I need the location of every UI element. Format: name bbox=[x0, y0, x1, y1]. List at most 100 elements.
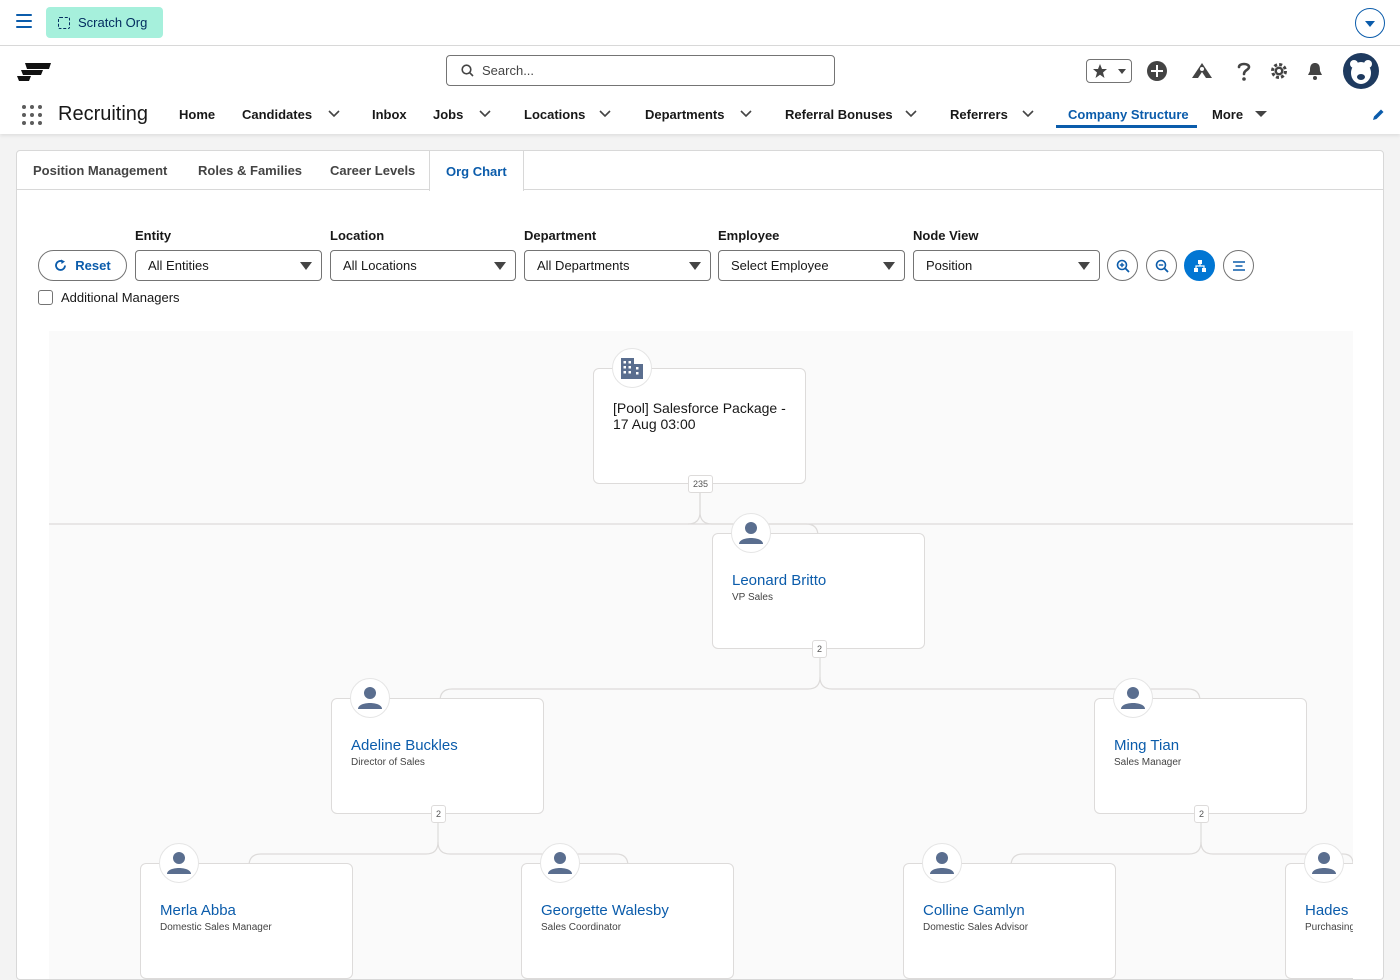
global-header: Search... Recruiting Home Candidates Inb… bbox=[0, 46, 1400, 134]
org-node-title: Domestic Sales Advisor bbox=[923, 922, 1029, 933]
location-select[interactable]: All Locations bbox=[330, 250, 516, 281]
referral-bonuses-chevron-down-icon[interactable] bbox=[904, 107, 918, 121]
person-icon bbox=[548, 852, 572, 874]
scratch-org-badge[interactable]: Scratch Org bbox=[46, 7, 163, 38]
org-node-root-count[interactable]: 235 bbox=[688, 475, 713, 493]
help-button[interactable] bbox=[1233, 56, 1255, 86]
user-avatar[interactable] bbox=[1343, 53, 1379, 89]
help-question-icon bbox=[1237, 62, 1251, 81]
departments-chevron-down-icon[interactable] bbox=[739, 107, 753, 121]
edit-nav-pencil-icon[interactable] bbox=[1371, 108, 1385, 122]
locations-chevron-down-icon[interactable] bbox=[598, 107, 612, 121]
nav-item-inbox[interactable]: Inbox bbox=[372, 107, 407, 122]
tab-career-levels[interactable]: Career Levels bbox=[330, 151, 415, 190]
nav-item-locations[interactable]: Locations bbox=[524, 107, 585, 122]
org-node-ming-tian[interactable]: Ming Tian Sales Manager 2 bbox=[1094, 678, 1307, 823]
org-node-merla-abba[interactable]: Merla Abba Domestic Sales Manager bbox=[140, 843, 353, 979]
org-node-count[interactable]: 2 bbox=[431, 805, 446, 823]
referrers-chevron-down-icon[interactable] bbox=[1021, 107, 1035, 121]
zoom-out-icon bbox=[1155, 259, 1169, 273]
dropdown-chevron-button[interactable] bbox=[1355, 8, 1385, 38]
more-caret-down-icon[interactable] bbox=[1254, 107, 1268, 121]
org-node-name[interactable]: Georgette Walesby bbox=[541, 902, 669, 919]
org-node-name[interactable]: Adeline Buckles bbox=[351, 737, 458, 754]
org-node-hades[interactable]: Hades Purchasing bbox=[1285, 843, 1353, 979]
bell-icon bbox=[1308, 63, 1322, 80]
department-select[interactable]: All Departments bbox=[524, 250, 711, 281]
org-node-root[interactable]: [Pool] Salesforce Package - 17 Aug 03:00… bbox=[593, 348, 806, 493]
building-icon bbox=[621, 358, 643, 379]
jobs-chevron-down-icon[interactable] bbox=[478, 107, 492, 121]
nav-item-company-structure[interactable]: Company Structure bbox=[1068, 107, 1189, 122]
org-node-title: Purchasing bbox=[1305, 922, 1353, 933]
align-center-icon bbox=[1232, 260, 1245, 271]
zoom-in-button[interactable] bbox=[1107, 250, 1138, 281]
org-node-name[interactable]: Hades bbox=[1305, 902, 1348, 919]
person-icon-wrapper bbox=[350, 678, 390, 718]
nav-item-more[interactable]: More bbox=[1212, 107, 1243, 122]
tab-position-management[interactable]: Position Management bbox=[33, 151, 167, 190]
trailhead-button[interactable] bbox=[1190, 56, 1214, 86]
org-node-leonard-britto[interactable]: Leonard Britto VP Sales 2 bbox=[712, 513, 925, 658]
building-icon-wrapper bbox=[612, 348, 652, 388]
additional-managers-label: Additional Managers bbox=[61, 290, 180, 305]
org-node-adeline-buckles[interactable]: Adeline Buckles Director of Sales 2 bbox=[331, 678, 544, 823]
org-node-name[interactable]: Leonard Britto bbox=[732, 572, 826, 589]
person-icon bbox=[167, 852, 191, 874]
entity-select[interactable]: All Entities bbox=[135, 250, 322, 281]
dashed-square-icon bbox=[58, 16, 70, 29]
org-node-title: Sales Manager bbox=[1114, 757, 1182, 768]
reset-label: Reset bbox=[75, 258, 111, 273]
org-node-count[interactable]: 2 bbox=[812, 640, 827, 658]
org-chart-canvas[interactable]: [Pool] Salesforce Package - 17 Aug 03:00… bbox=[49, 331, 1353, 979]
nav-item-departments[interactable]: Departments bbox=[645, 107, 724, 122]
tab-roles-families[interactable]: Roles & Families bbox=[198, 151, 302, 190]
align-center-button[interactable] bbox=[1223, 250, 1254, 281]
org-node-name[interactable]: Merla Abba bbox=[160, 902, 236, 919]
org-node-name[interactable]: Colline Gamlyn bbox=[923, 902, 1025, 919]
nav-item-candidates[interactable]: Candidates bbox=[242, 107, 312, 122]
org-node-title: Domestic Sales Manager bbox=[160, 922, 272, 933]
hierarchy-view-button[interactable] bbox=[1184, 250, 1215, 281]
org-node-title: Director of Sales bbox=[351, 757, 425, 768]
global-search-input[interactable]: Search... bbox=[446, 55, 835, 86]
tab-org-chart[interactable]: Org Chart bbox=[429, 151, 524, 191]
zoom-in-icon bbox=[1116, 259, 1130, 273]
person-icon bbox=[1312, 852, 1336, 874]
notifications-button[interactable] bbox=[1304, 56, 1326, 86]
additional-managers-row[interactable]: Additional Managers bbox=[38, 290, 180, 305]
company-logo-icon bbox=[17, 63, 51, 81]
setup-button[interactable] bbox=[1268, 56, 1290, 86]
person-icon bbox=[930, 852, 954, 874]
department-label: Department bbox=[524, 228, 597, 243]
chevron-down-icon bbox=[1117, 69, 1126, 74]
org-node-title: Sales Coordinator bbox=[541, 922, 622, 933]
app-navigation-bar: Recruiting Home Candidates Inbox Jobs Lo… bbox=[0, 98, 1400, 134]
org-node-georgette-walesby[interactable]: Georgette Walesby Sales Coordinator bbox=[521, 843, 734, 979]
reset-button[interactable]: Reset bbox=[38, 250, 127, 281]
app-launcher-icon[interactable] bbox=[22, 105, 42, 125]
location-label: Location bbox=[330, 228, 385, 243]
hamburger-menu-icon[interactable] bbox=[16, 14, 32, 28]
org-node-count[interactable]: 2 bbox=[1194, 805, 1209, 823]
star-icon bbox=[1092, 64, 1107, 78]
org-node-colline-gamlyn[interactable]: Colline Gamlyn Domestic Sales Advisor bbox=[903, 843, 1116, 979]
zoom-out-button[interactable] bbox=[1146, 250, 1177, 281]
global-top-bar: Scratch Org bbox=[0, 0, 1400, 46]
employee-label: Employee bbox=[718, 228, 780, 243]
employee-select[interactable]: Select Employee bbox=[718, 250, 905, 281]
person-icon bbox=[1121, 687, 1145, 709]
node-view-select[interactable]: Position bbox=[913, 250, 1100, 281]
nav-item-referral-bonuses[interactable]: Referral Bonuses bbox=[785, 107, 893, 122]
nav-item-home[interactable]: Home bbox=[179, 107, 215, 122]
person-icon-wrapper bbox=[1304, 843, 1344, 883]
favorites-button[interactable] bbox=[1086, 59, 1132, 83]
global-actions-button[interactable] bbox=[1145, 56, 1169, 86]
additional-managers-checkbox[interactable] bbox=[38, 290, 53, 305]
nav-item-referrers[interactable]: Referrers bbox=[950, 107, 1008, 122]
person-icon-wrapper bbox=[540, 843, 580, 883]
org-node-name[interactable]: Ming Tian bbox=[1114, 737, 1179, 754]
company-structure-tabs: Position Management Roles & Families Car… bbox=[17, 151, 1383, 191]
candidates-chevron-down-icon[interactable] bbox=[327, 107, 341, 121]
nav-item-jobs[interactable]: Jobs bbox=[433, 107, 463, 122]
